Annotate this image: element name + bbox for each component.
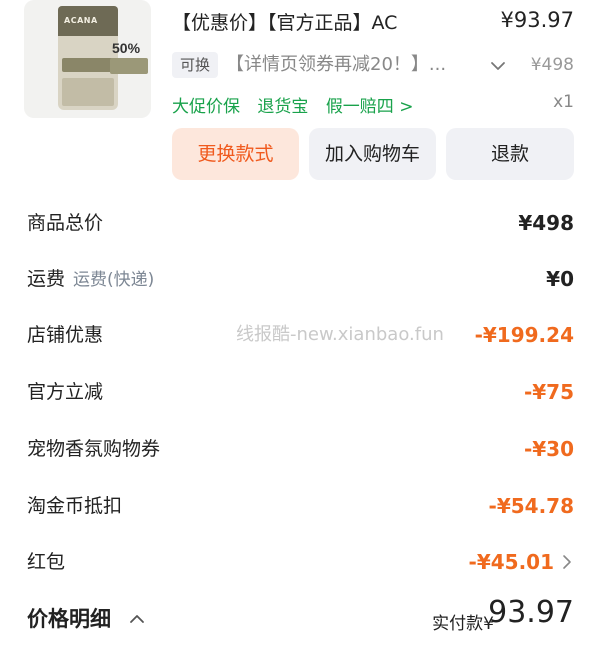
order-item[interactable]: ACANA 50% 【优惠价】【官方正品】AC ¥93.97 可换 【详情页领券… [0,0,600,190]
price-detail-toggle[interactable]: 价格明细 [27,603,111,633]
price-row-red-packet[interactable]: 红包 -¥45.01 [0,534,600,590]
product-title[interactable]: 【优惠价】【官方正品】AC [172,8,397,35]
row-value: -¥45.01 [468,550,554,574]
price-row-pet-coupon: 宠物香氛购物券 -¥30 [0,421,600,477]
coupon-sku-text[interactable]: 【详情页领券再减20！】... [226,52,446,78]
price-row-gold-coin: 淘金币抵扣 -¥54.78 [0,478,600,534]
watermark-text: 线报酷-new.xianbao.fun [236,324,444,345]
row-label: 红包 [27,551,66,573]
paid-amount: 93.97 [488,595,574,630]
price-row-official-discount: 官方立减 -¥75 [0,364,600,420]
row-label: 商品总价 [27,212,104,234]
price-row-shipping: 运费 运费(快递) ¥0 [0,251,600,307]
guarantee-price-protect[interactable]: 大促价保 [172,97,240,117]
swappable-tag: 可换 [172,52,219,78]
shipping-method-label: 运费(快递) [73,270,155,290]
product-thumbnail[interactable]: ACANA 50% [24,0,151,118]
refund-button[interactable]: 退款 [446,128,574,180]
chevron-up-icon[interactable] [128,611,146,625]
row-value: -¥75 [523,380,574,404]
row-value: -¥199.24 [474,323,574,347]
row-value: ¥498 [518,211,574,235]
row-value: -¥30 [523,437,574,461]
product-bag-image: ACANA [58,6,118,110]
price-row-subtotal: 商品总价 ¥498 [0,195,600,251]
row-value: -¥54.78 [488,494,574,518]
row-label: 官方立减 [27,381,104,403]
thumbnail-brand: ACANA [64,16,98,25]
original-price: ¥498 [530,55,574,75]
row-label: 宠物香氛购物券 [27,438,161,460]
row-label: 运费 [27,268,66,290]
guarantee-return-insurance[interactable]: 退货宝 [257,97,308,117]
row-label: 店铺优惠 [27,324,104,346]
guarantee-authentic[interactable]: 假一赔四 > [326,97,414,117]
quantity: x1 [553,92,574,112]
chevron-right-icon[interactable] [560,554,574,570]
price-summary: 价格明细 实付款¥ 93.97 [0,595,600,645]
paid-label: 实付款¥ [432,614,494,634]
thumbnail-badge: 50% [112,40,141,56]
service-guarantees[interactable]: 大促价保 退货宝 假一赔四 > [172,92,425,117]
add-to-cart-button[interactable]: 加入购物车 [309,128,436,180]
swap-style-button[interactable]: 更换款式 [172,128,299,180]
row-value: ¥0 [546,267,574,291]
row-label: 淘金币抵扣 [27,495,123,517]
chevron-down-icon[interactable] [488,56,508,76]
product-price: ¥93.97 [500,8,574,32]
